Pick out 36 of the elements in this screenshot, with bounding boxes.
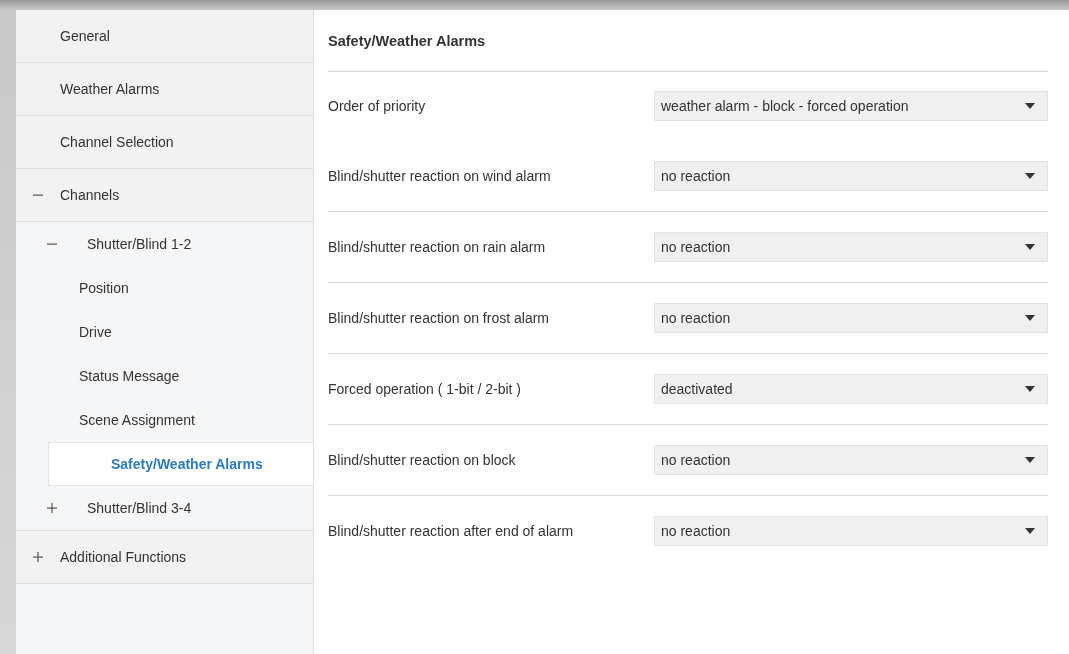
setting-label: Blind/shutter reaction on wind alarm (328, 168, 552, 184)
dropdown[interactable]: no reaction (654, 161, 1048, 191)
tree-item[interactable]: Shutter/Blind 3-4 (16, 486, 313, 530)
tree-item[interactable]: Position (16, 266, 313, 310)
caret-icon (1025, 386, 1035, 392)
panel-title: Safety/Weather Alarms (328, 10, 1048, 72)
caret-icon (1025, 244, 1035, 250)
setting-label: Blind/shutter reaction on frost alarm (328, 310, 550, 326)
tree-item[interactable]: Shutter/Blind 1-2 (16, 222, 313, 266)
tree-item[interactable]: Weather Alarms (16, 63, 313, 116)
tree-item[interactable]: Additional Functions (16, 531, 313, 584)
tree-item[interactable]: Scene Assignment (16, 398, 313, 442)
setting-label: Blind/shutter reaction on rain alarm (328, 239, 547, 255)
setting-label: Order of priority (328, 98, 427, 114)
setting-label: Blind/shutter reaction after end of alarm (328, 523, 575, 539)
dropdown[interactable]: weather alarm - block - forced operation (654, 91, 1048, 121)
dropdown[interactable]: no reaction (654, 516, 1048, 546)
dropdown[interactable]: no reaction (654, 303, 1048, 333)
plus-icon[interactable] (47, 503, 57, 513)
caret-icon (1025, 315, 1035, 321)
dropdown[interactable]: no reaction (654, 232, 1048, 262)
tree-item[interactable]: Channel Selection (16, 116, 313, 169)
tree-item[interactable]: Safety/Weather Alarms (48, 442, 313, 486)
tree-item[interactable]: Channels (16, 169, 313, 222)
setting-label: Blind/shutter reaction on block (328, 452, 517, 468)
tree-item[interactable]: Status Message (16, 354, 313, 398)
caret-icon (1025, 103, 1035, 109)
setting-label: Forced operation ( 1-bit / 2-bit ) (328, 381, 522, 397)
plus-icon[interactable] (33, 552, 43, 562)
caret-icon (1025, 457, 1035, 463)
tree-item[interactable]: Drive (16, 310, 313, 354)
dropdown[interactable]: no reaction (654, 445, 1048, 475)
dropdown[interactable]: deactivated (654, 374, 1048, 404)
caret-icon (1025, 173, 1035, 179)
tree-item[interactable]: General (16, 10, 313, 63)
caret-icon (1025, 528, 1035, 534)
